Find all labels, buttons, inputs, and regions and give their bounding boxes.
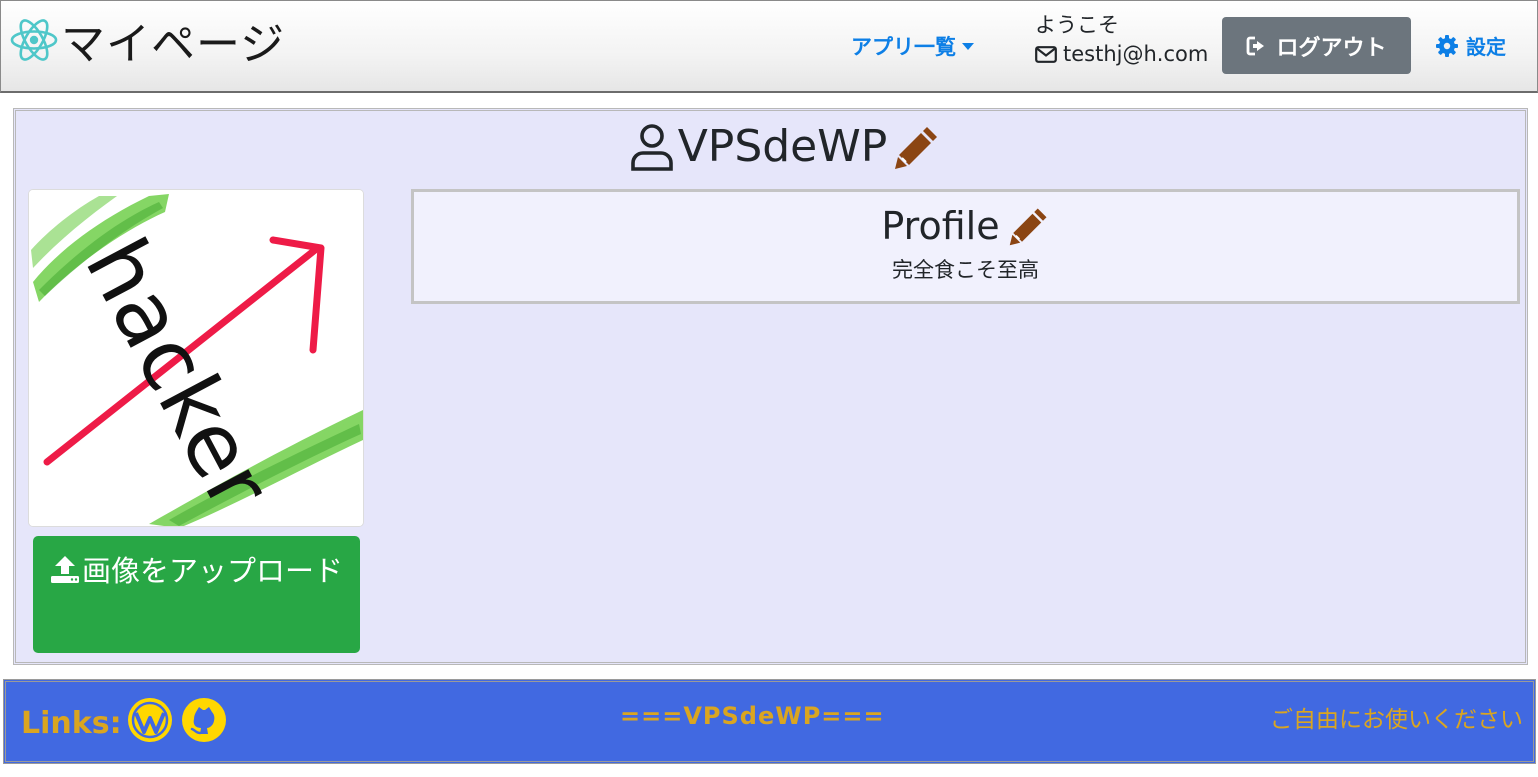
footer: Links: ===VPSdeWP=== ご自由にお使いください — [3, 679, 1536, 764]
envelope-icon — [1035, 46, 1057, 63]
user-icon — [630, 123, 673, 171]
avatar-image: hacker — [28, 189, 364, 527]
profile-card: Profile 完全食こそ至高 — [411, 189, 1520, 304]
upload-button-label: 画像をアップロード — [81, 554, 343, 588]
sign-out-icon — [1247, 36, 1265, 55]
profile-panel: VPSdeWP hacker 画像をアップロード Profile 完全食こそ至高 — [13, 108, 1528, 665]
wordpress-icon[interactable] — [126, 696, 174, 744]
footer-note: ご自由にお使いください — [1270, 707, 1523, 733]
hacker-artwork: hacker — [29, 190, 363, 526]
profile-title-row: Profile — [414, 204, 1517, 248]
pencil-icon[interactable] — [893, 123, 941, 171]
links-label: Links: — [21, 706, 122, 741]
brand[interactable]: マイページ — [9, 11, 286, 70]
caret-down-icon — [962, 42, 974, 50]
brand-title: マイページ — [61, 19, 286, 70]
app-list-dropdown[interactable]: アプリ一覧 — [851, 31, 974, 61]
username-row: VPSdeWP — [16, 121, 1525, 172]
logout-button[interactable]: ログアウト — [1222, 17, 1411, 74]
settings-link[interactable]: 設定 — [1435, 31, 1506, 60]
top-navbar: マイページ アプリ一覧 ようこそ testhj@h.com ログアウト 設定 — [0, 0, 1538, 93]
logout-label: ログアウト — [1276, 35, 1387, 61]
gear-icon — [1436, 34, 1458, 57]
app-list-label: アプリ一覧 — [851, 35, 956, 59]
settings-label: 設定 — [1466, 35, 1506, 59]
profile-bio: 完全食こそ至高 — [892, 258, 1039, 282]
profile-heading: Profile — [881, 204, 1000, 248]
user-email-row: testhj@h.com — [1035, 40, 1208, 69]
react-atom-icon — [10, 19, 58, 61]
upload-image-button[interactable]: 画像をアップロード — [33, 536, 360, 653]
welcome-block: ようこそ testhj@h.com — [1035, 11, 1208, 69]
user-email: testhj@h.com — [1063, 42, 1209, 66]
github-icon[interactable] — [180, 696, 228, 744]
footer-site-name: ===VPSdeWP=== — [620, 702, 885, 730]
username: VPSdeWP — [677, 121, 888, 172]
pencil-icon[interactable] — [1008, 205, 1050, 247]
upload-icon — [50, 556, 79, 583]
welcome-text: ようこそ — [1035, 13, 1119, 37]
